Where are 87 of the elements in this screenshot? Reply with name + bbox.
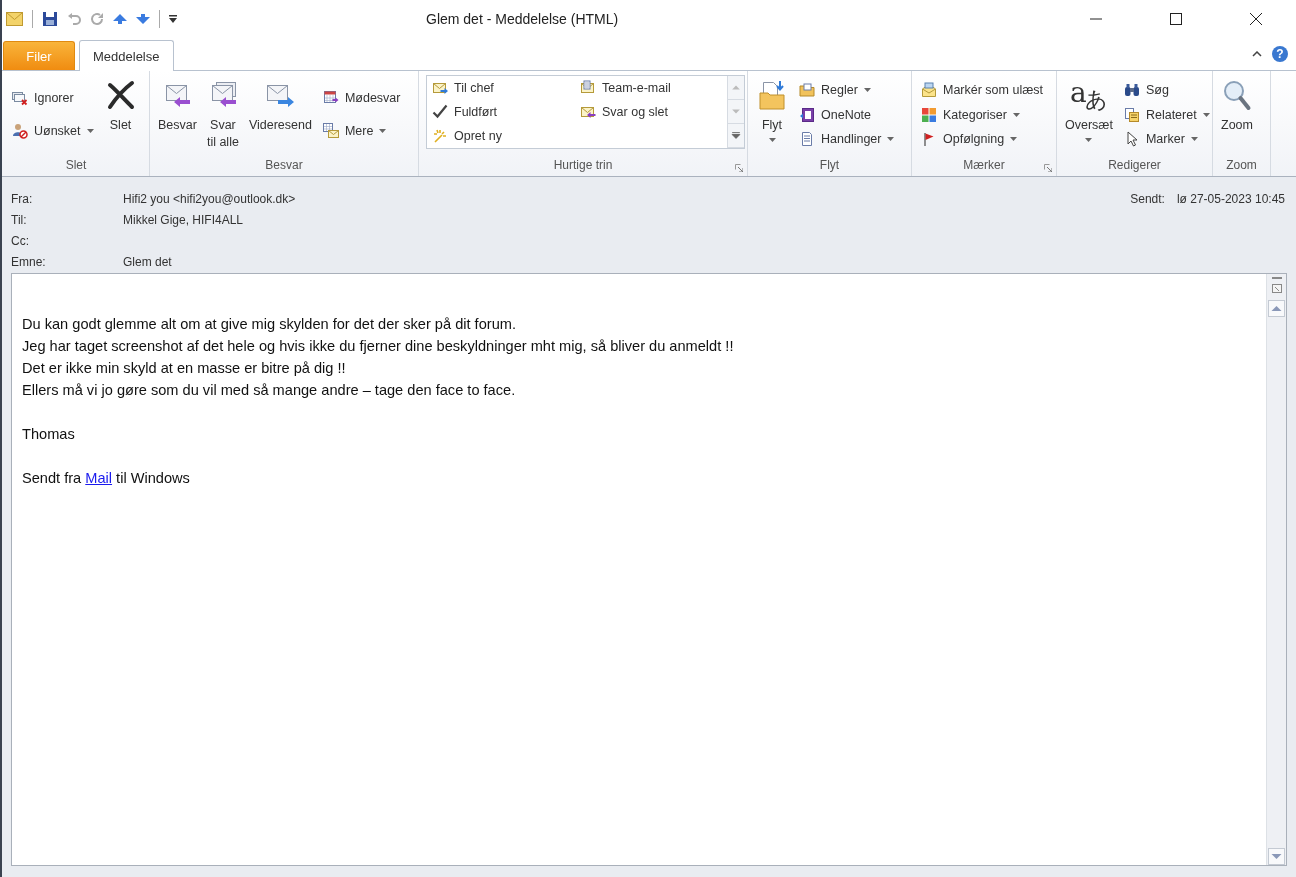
ribbon-button[interactable]: Relateret [1120, 105, 1213, 124]
body-text-line: Thomas [22, 425, 76, 444]
ribbon-button[interactable]: Marker [1120, 129, 1213, 148]
group-label: Flyt [819, 158, 840, 172]
field-value: Hifi2 you <hifi2you@outlook.dk> [123, 191, 297, 206]
caret-icon [1012, 112, 1020, 117]
dialog-launcher-icon[interactable] [735, 164, 743, 172]
caret-icon [1010, 136, 1018, 141]
undo-icon[interactable] [67, 12, 81, 26]
mail-link[interactable]: Mail [85, 470, 113, 486]
person-blocked-icon [12, 122, 28, 139]
down-arrow-icon[interactable] [136, 14, 150, 24]
field-value: lø 27-05-2023 10:45 [1176, 191, 1285, 206]
folder-document-icon [756, 79, 788, 111]
scrollbar[interactable] [1266, 274, 1286, 865]
ribbon-button[interactable]: Til chef [429, 76, 577, 100]
group-label: Hurtige trin [553, 158, 613, 172]
caret-icon [1190, 136, 1198, 141]
documents-icon [1123, 106, 1140, 123]
envelope-document-icon [580, 80, 596, 96]
caret-icon [887, 136, 895, 141]
dialog-launcher-icon[interactable] [1044, 164, 1052, 172]
save-icon[interactable] [42, 11, 58, 27]
caret-icon [863, 88, 871, 93]
ribbon-button[interactable]: Uønsket [9, 121, 97, 140]
ribbon-button[interactable]: Opfølgning [918, 129, 1047, 148]
document-icon [799, 130, 815, 147]
caret-icon [768, 138, 776, 142]
color-squares-icon [921, 106, 937, 123]
scroll-down-icon[interactable] [1268, 848, 1285, 865]
ribbon-button[interactable]: Mødesvar [319, 89, 404, 108]
ribbon-button[interactable]: Handlinger [796, 129, 898, 148]
up-arrow-icon[interactable] [113, 14, 127, 24]
body-text-line: Du kan godt glemme alt om at give mig skylden for det der sker på dit forum. [22, 315, 517, 334]
ribbon-button[interactable]: Flyt [751, 75, 793, 154]
collapse-ribbon-icon[interactable] [1252, 51, 1262, 57]
field-label: Emne: [11, 254, 47, 269]
group-label: Slet [65, 158, 87, 172]
field-label: Sendt: [1130, 191, 1165, 206]
grid-envelope-icon [322, 122, 339, 139]
ribbon-button[interactable]: Ignorer [9, 89, 97, 108]
ribbon-button[interactable]: Markér som ulæst [918, 81, 1047, 100]
field-label: Fra: [11, 191, 34, 206]
customize-icon[interactable] [169, 15, 177, 23]
field-label: Cc: [11, 233, 30, 248]
magnifier-icon [1221, 79, 1253, 111]
ribbon-button[interactable]: OneNote [796, 105, 898, 124]
folder-icon [799, 82, 815, 99]
field-value: Glem det [123, 254, 173, 269]
envelope-icon [921, 82, 937, 99]
ribbon-button[interactable]: Team-e-mail [577, 76, 725, 100]
binoculars-icon [1123, 82, 1140, 99]
help-icon[interactable]: ? [1272, 46, 1288, 62]
group-label: Redigerer [1108, 158, 1161, 172]
envelopes-x-icon [12, 90, 28, 107]
caret-icon [1202, 112, 1210, 117]
ribbon-button[interactable]: Besvar [153, 75, 202, 154]
ribbon-button[interactable]: Opret ny [429, 124, 577, 148]
body-text-line: Jeg har taget screenshot af det hele og hvis ikke du fjerner dine beskyldninger mht mig, så bliver du anmeldt !! [22, 337, 735, 356]
ribbon-button[interactable]: Zoom [1216, 75, 1258, 154]
body-text-line: Ellers må vi jo gøre som du vil med så mange andre – tage den face to face. [22, 381, 517, 400]
ribbon-button[interactable]: Kategoriser [918, 105, 1047, 124]
group-label: Besvar [265, 158, 303, 172]
checkmark-icon [432, 104, 448, 120]
ribbon-button[interactable]: Svar til alle [201, 75, 244, 154]
ribbon-button[interactable]: Søg [1120, 81, 1213, 100]
scroll-up-icon[interactable] [1268, 300, 1285, 317]
window-title: Glem det - Meddelelse (HTML) [426, 11, 620, 27]
field-value: Mikkel Gige, HIFI4ALL [123, 212, 245, 227]
redo-icon[interactable] [90, 12, 104, 26]
signature-line: Sendt fra Mail til Windows [22, 469, 191, 488]
ribbon-button[interactable]: Videresend [243, 75, 317, 154]
caret-icon [379, 128, 387, 133]
caret-icon [86, 128, 94, 133]
ribbon-button[interactable]: Mere [319, 121, 404, 140]
ribbon-button[interactable]: Slet [99, 75, 142, 154]
field-label: Til: [11, 212, 28, 227]
caret-icon [1085, 138, 1093, 142]
ribbon-button[interactable]: Regler [796, 81, 898, 100]
note-app-icon [799, 106, 815, 123]
sparkle-icon [432, 128, 448, 144]
group-label: Zoom [1226, 158, 1257, 172]
group-label: Mærker [963, 158, 1005, 172]
body-text-line: Det er ikke min skyld at en masse er bitre på dig !! [22, 359, 347, 378]
ribbon-button[interactable]: Fuldført [429, 100, 577, 124]
ribbon-button[interactable]: Svar og slet [577, 100, 725, 124]
ribbon-tab[interactable]: Meddelelse [79, 40, 174, 71]
